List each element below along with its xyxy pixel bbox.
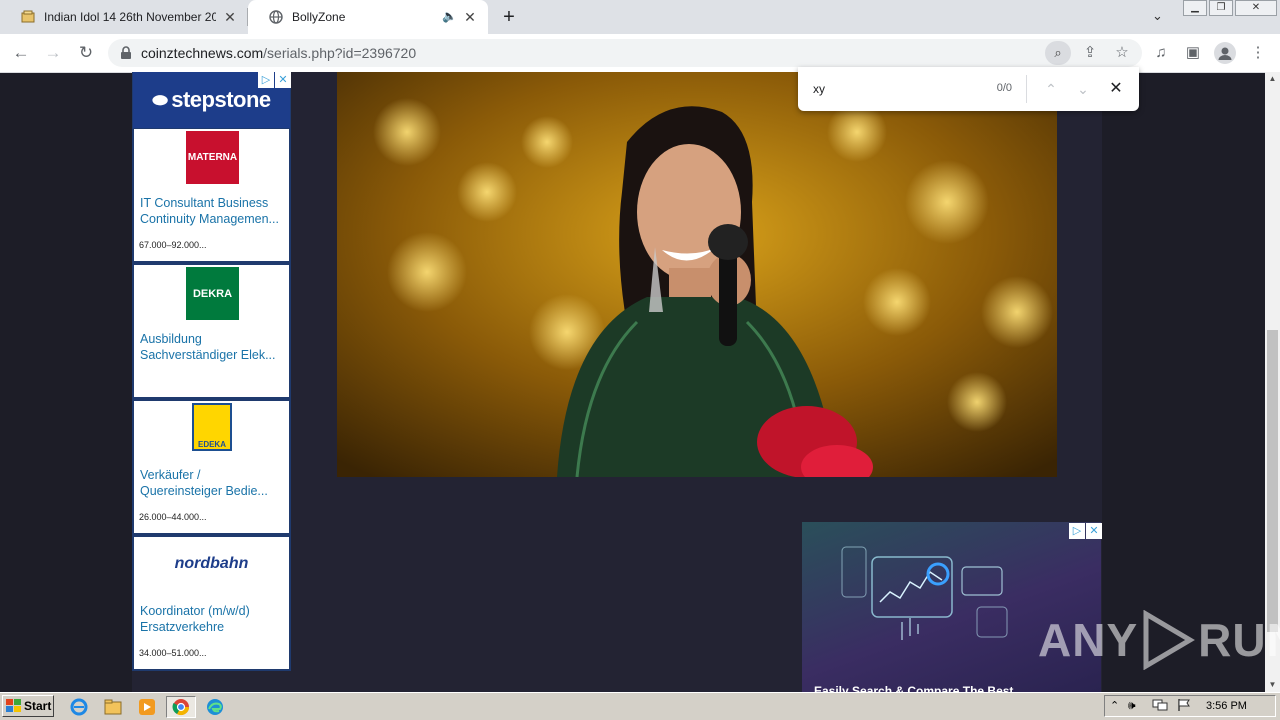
- start-label: Start: [24, 699, 52, 713]
- close-window-button[interactable]: ✕: [1235, 0, 1277, 16]
- edge-icon[interactable]: [202, 696, 228, 718]
- video-frame-image: [337, 72, 1057, 477]
- close-tab-icon[interactable]: ✕: [462, 9, 478, 25]
- side-panel-icon[interactable]: ▣: [1182, 42, 1204, 64]
- video-player[interactable]: [337, 72, 1057, 477]
- job-title: IT Consultant Business Continuity Manage…: [140, 195, 286, 227]
- scroll-down-icon[interactable]: ▼: [1265, 678, 1280, 692]
- start-button[interactable]: Start: [2, 695, 54, 717]
- share-icon[interactable]: ⇪: [1079, 42, 1101, 64]
- anyrun-watermark: ANY RUN: [1038, 610, 1280, 670]
- action-center-flag-icon[interactable]: [1177, 698, 1191, 717]
- job-salary: 34.000–51.000...: [139, 648, 207, 658]
- job-title-line2: Continuity Managemen...: [140, 212, 279, 226]
- address-url[interactable]: coinztechnews.com/serials.php?id=2396720: [141, 45, 416, 61]
- play-triangle-icon: [1143, 610, 1196, 670]
- find-next-icon[interactable]: ⌄: [1072, 78, 1094, 100]
- tray-expand-icon[interactable]: ⌃: [1110, 699, 1119, 712]
- audio-playing-icon[interactable]: 🔈: [442, 9, 457, 23]
- ad-close-icon[interactable]: ✕: [1086, 523, 1102, 539]
- ad-close-icon[interactable]: ✕: [275, 72, 291, 88]
- materna-logo: MATERNA: [186, 131, 239, 184]
- job-salary: 67.000–92.000...: [139, 240, 207, 250]
- profile-avatar-icon[interactable]: [1214, 42, 1236, 64]
- job-title: Verkäufer / Quereinsteiger Bedie...: [140, 467, 286, 499]
- job-title-line2: Sachverständiger Elek...: [140, 348, 276, 362]
- job-title-line1: Koordinator (m/w/d): [140, 604, 250, 618]
- zoom-search-icon[interactable]: ⌕: [1045, 41, 1071, 65]
- tab-bollyzone[interactable]: BollyZone 🔈 ✕: [248, 0, 488, 34]
- ad-caption: Easily Search & Compare The Best: [814, 684, 1014, 692]
- edeka-logo: EDEKA: [192, 403, 232, 451]
- job-title-line1: Verkäufer /: [140, 468, 201, 482]
- minimize-button[interactable]: ▁: [1183, 0, 1207, 16]
- page-icon: [20, 9, 36, 25]
- ad-choices-icon[interactable]: ▷: [1069, 523, 1085, 539]
- file-explorer-icon[interactable]: [100, 696, 126, 718]
- media-controls-icon[interactable]: ♫: [1150, 42, 1172, 64]
- volume-icon[interactable]: 🕪: [1128, 698, 1136, 713]
- find-match-count: 0/0: [996, 82, 1012, 94]
- window-controls: ▁ ❐ ✕: [1183, 0, 1279, 18]
- url-path: /serials.php?id=2396720: [263, 45, 417, 61]
- find-previous-icon[interactable]: ⌃: [1040, 78, 1062, 100]
- new-tab-button[interactable]: +: [498, 6, 520, 28]
- job-ad-card[interactable]: nordbahn Koordinator (m/w/d) Ersatzverke…: [134, 537, 289, 669]
- find-divider: [1026, 75, 1027, 103]
- watermark-text-left: ANY: [1038, 614, 1139, 666]
- dekra-logo: DEKRA: [186, 267, 239, 320]
- back-button[interactable]: ←: [10, 42, 32, 64]
- tab-search-icon[interactable]: ⌄: [1152, 8, 1170, 26]
- job-title: Koordinator (m/w/d) Ersatzverkehre: [140, 603, 286, 635]
- chrome-icon[interactable]: [166, 696, 196, 718]
- menu-kebab-icon[interactable]: ⋮: [1247, 42, 1269, 64]
- restore-button[interactable]: ❐: [1209, 0, 1233, 16]
- network-icon[interactable]: [1152, 698, 1168, 717]
- forward-button[interactable]: →: [42, 42, 64, 64]
- stepstone-mark-icon: ⬬: [152, 89, 168, 110]
- ad-choices-icon[interactable]: ▷: [258, 72, 274, 88]
- job-salary: 26.000–44.000...: [139, 512, 207, 522]
- job-title-line1: Ausbildung: [140, 332, 202, 346]
- nordbahn-logo: nordbahn: [174, 555, 249, 572]
- job-title-line2: Ersatzverkehre: [140, 620, 225, 634]
- url-domain: coinztechnews.com: [141, 45, 264, 61]
- bookmark-star-icon[interactable]: ☆: [1111, 42, 1133, 64]
- tab-title: Indian Idol 14 26th November 2023: [44, 10, 216, 24]
- job-title-line2: Quereinsteiger Bedie...: [140, 484, 268, 498]
- find-input[interactable]: [813, 80, 973, 98]
- watermark-text-right: RUN: [1198, 614, 1280, 666]
- media-player-icon[interactable]: [134, 696, 160, 718]
- lock-icon[interactable]: [120, 46, 132, 60]
- globe-icon: [268, 9, 284, 25]
- internet-explorer-icon[interactable]: [66, 696, 92, 718]
- job-title: Ausbildung Sachverständiger Elek...: [140, 331, 286, 363]
- job-ad-card[interactable]: MATERNA IT Consultant Business Continuit…: [134, 129, 289, 261]
- scrollbar-thumb[interactable]: [1267, 330, 1278, 632]
- reload-button[interactable]: ↻: [75, 42, 97, 64]
- stepstone-brand: stepstone: [171, 87, 271, 112]
- ad-choices[interactable]: ▷ ✕: [1068, 523, 1102, 539]
- job-ad-card[interactable]: EDEKA Verkäufer / Quereinsteiger Bedie..…: [134, 401, 289, 533]
- tab-title: BollyZone: [292, 10, 346, 24]
- job-title-line1: IT Consultant Business: [140, 196, 269, 210]
- close-tab-icon[interactable]: ✕: [222, 9, 238, 25]
- tab-indian-idol[interactable]: Indian Idol 14 26th November 2023 ✕: [0, 0, 248, 34]
- taskbar-clock: 3:56 PM: [1206, 700, 1247, 712]
- find-close-icon[interactable]: ✕: [1105, 78, 1127, 100]
- job-ad-card[interactable]: DEKRA Ausbildung Sachverständiger Elek..…: [134, 265, 289, 397]
- ad-choices[interactable]: ▷ ✕: [257, 72, 291, 88]
- windows-logo-icon: [6, 699, 22, 713]
- scroll-up-icon[interactable]: ▲: [1265, 72, 1280, 86]
